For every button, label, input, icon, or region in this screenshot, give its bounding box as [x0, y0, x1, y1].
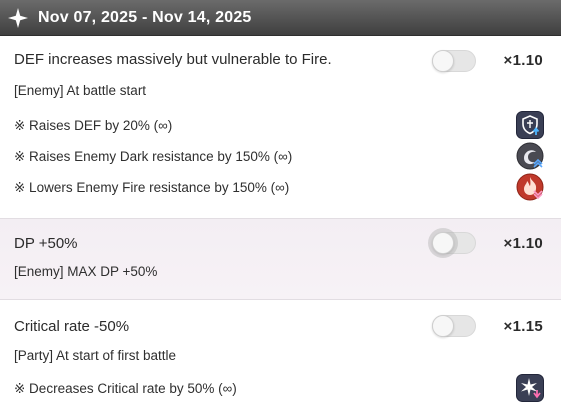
- effect-text: ※ Decreases Critical rate by 50% (∞): [14, 381, 237, 396]
- critical-rate-down-icon: [516, 374, 544, 402]
- multiplier-value: ×1.15: [503, 318, 543, 335]
- modifier-target: [Party] At start of first battle: [14, 348, 177, 363]
- fire-resist-down-icon: [516, 173, 544, 201]
- effect-text: ※ Lowers Enemy Fire resistance by 150% (…: [14, 180, 290, 195]
- date-range-header: Nov 07, 2025 - Nov 14, 2025: [0, 0, 561, 36]
- toggle-knob: [432, 50, 454, 72]
- effect-text: ※ Raises DEF by 20% (∞): [14, 118, 173, 133]
- modifier-target: [Enemy] MAX DP +50%: [14, 264, 158, 279]
- modifier-card-def: DEF increases massively but vulnerable t…: [0, 37, 561, 217]
- toggle-knob: [432, 315, 454, 337]
- def-up-icon: [516, 111, 544, 139]
- date-range-label: Nov 07, 2025 - Nov 14, 2025: [38, 8, 252, 26]
- modifier-card-critical: Critical rate -50% ×1.15 [Party] At star…: [0, 301, 561, 412]
- toggle-knob: [432, 232, 454, 254]
- dark-resist-up-icon: [516, 142, 544, 170]
- modifier-toggle[interactable]: [432, 315, 476, 337]
- multiplier-value: ×1.10: [503, 52, 543, 69]
- sparkle-icon: [8, 7, 28, 28]
- multiplier-value: ×1.10: [503, 235, 543, 252]
- modifier-toggle[interactable]: [432, 232, 476, 254]
- modifier-target: [Enemy] At battle start: [14, 83, 147, 98]
- effect-text: ※ Raises Enemy Dark resistance by 150% (…: [14, 149, 293, 164]
- modifier-title: Critical rate -50%: [14, 318, 130, 335]
- modifier-card-dp: DP +50% ×1.10 [Enemy] MAX DP +50%: [0, 218, 561, 300]
- modifier-title: DP +50%: [14, 235, 78, 252]
- modifier-toggle[interactable]: [432, 50, 476, 72]
- modifier-title: DEF increases massively but vulnerable t…: [14, 51, 332, 68]
